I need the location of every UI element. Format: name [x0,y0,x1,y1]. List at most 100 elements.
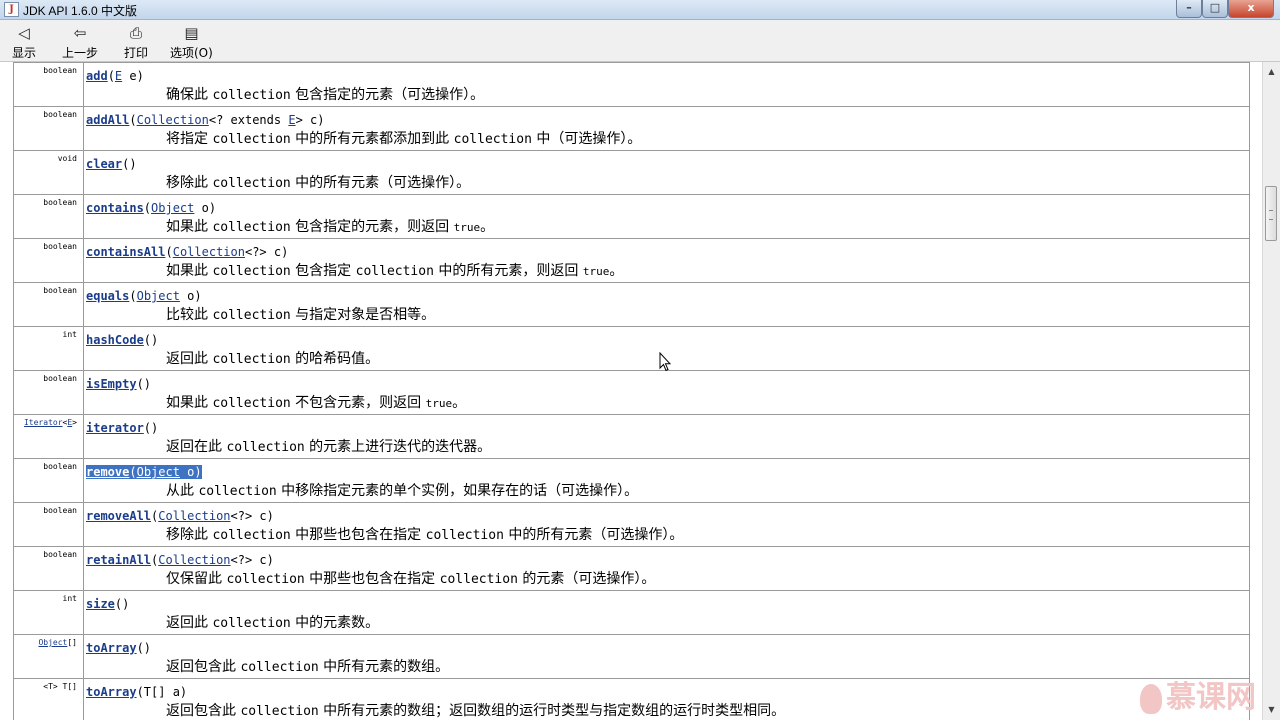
method-params: (Collection<? extends E> c) [129,113,325,127]
method-description: 如果此 collection 不包含元素，则返回 true。 [166,395,467,411]
method-signature: iterator() [86,421,158,435]
method-description: 比较此 collection 与指定对象是否相等。 [166,307,436,323]
method-signature: hashCode() [86,333,158,347]
show-label: 显示 [12,46,37,60]
return-type: boolean [14,371,84,414]
method-params: () [143,333,159,347]
window-title: JDK API 1.6.0 中文版 [23,4,138,18]
return-type: boolean [14,503,84,546]
app-icon: J [4,2,19,17]
return-type: int [14,327,84,370]
return-type: boolean [14,459,84,502]
method-description: 移除此 collection 中的所有元素（可选操作）。 [166,175,471,191]
method-description: 返回包含此 collection 中所有元素的数组。 [166,659,450,675]
method-params: () [122,157,137,171]
method-params: (E e) [107,69,144,83]
method-description: 确保此 collection 包含指定的元素（可选操作）。 [166,87,485,103]
method-name-link[interactable]: retainAll [86,553,151,567]
method-signature: addAll(Collection<? extends E> c) [86,113,324,127]
return-type: void [14,151,84,194]
method-row-addAll: boolean addAll(Collection<? extends E> c)… [13,106,1250,150]
method-params: () [136,377,152,391]
method-description: 将指定 collection 中的所有元素都添加到此 collection 中（… [166,131,642,147]
method-params: (Collection<?> c) [165,245,289,259]
method-description: 如果此 collection 包含指定的元素，则返回 true。 [166,219,495,235]
print-label: 打印 [124,46,149,60]
title-bar: J JDK API 1.6.0 中文版 – □ x [0,0,1280,20]
method-name-link[interactable]: iterator [86,421,144,435]
method-row-equals: boolean equals(Object o) 比较此 collection 与指… [13,282,1250,326]
show-button[interactable]: ◁ 显示 [12,24,36,61]
method-description: 返回包含此 collection 中所有元素的数组；返回数组的运行时类型与指定数… [166,703,786,719]
watermark-text: 慕课网 [1166,680,1256,715]
method-name-link[interactable]: toArray [86,641,137,655]
method-signature: add(E e) [86,69,144,83]
method-row-size: int size() 返回此 collection 中的元素数。 [13,590,1250,634]
method-name-link[interactable]: toArray [86,685,137,699]
return-type: boolean [14,63,84,106]
method-params: () [136,641,152,655]
method-summary-table: boolean add(E e) 确保此 collection 包含指定的元素（可选… [0,62,1262,720]
method-description: 如果此 collection 包含指定 collection 中的所有元素，则返… [166,263,624,279]
method-params: (Object o) [129,289,202,303]
method-row-toArray: Object[] toArray() 返回包含此 collection 中所有元素的… [13,634,1250,678]
return-type: boolean [14,239,84,282]
method-description: 移除此 collection 中那些也包含在指定 collection 中的所有… [166,527,684,543]
method-description: 仅保留此 collection 中那些也包含在指定 collection 的元素… [166,571,656,587]
method-name-link[interactable]: equals [86,289,129,303]
scroll-up-arrow-icon[interactable]: ▲ [1264,64,1279,80]
method-params: () [143,421,159,435]
close-button[interactable]: x [1228,0,1274,18]
flame-icon [1140,683,1162,714]
method-params: () [114,597,130,611]
method-params: (Collection<?> c) [151,509,274,523]
watermark-logo: 慕课网 [1140,672,1256,715]
method-params: (T[] a) [136,685,188,699]
return-type[interactable]: Iterator<E> [14,415,84,458]
scroll-thumb[interactable] [1265,186,1277,241]
return-type: boolean [14,195,84,238]
method-row-contains: boolean contains(Object o) 如果此 collection … [13,194,1250,238]
options-icon: ▤ [184,24,199,42]
return-type: int [14,591,84,634]
method-description: 返回在此 collection 的元素上进行迭代的迭代器。 [166,439,492,455]
method-name-link[interactable]: size [86,597,115,611]
method-name-link[interactable]: clear [86,157,122,171]
method-name-link[interactable]: containsAll [86,245,165,259]
method-params: (Collection<?> c) [151,553,274,567]
printer-icon: ⎙ [129,24,142,42]
scroll-down-arrow-icon[interactable]: ▼ [1264,702,1279,718]
method-row-remove: boolean remove(Object o) 从此 collection 中移除… [13,458,1250,502]
method-signature: isEmpty() [86,377,151,391]
back-button[interactable]: ⇦ 上一步 [62,24,98,61]
method-params: (Object o) [143,201,217,215]
method-name-link[interactable]: remove [86,465,129,479]
print-button[interactable]: ⎙ 打印 [124,24,148,61]
method-name-link[interactable]: contains [86,201,144,215]
method-name-link[interactable]: removeAll [86,509,151,523]
method-row-retainAll: boolean retainAll(Collection<?> c) 仅保留此 co… [13,546,1250,590]
method-description: 返回此 collection 中的元素数。 [166,615,380,631]
method-name-link[interactable]: addAll [86,113,129,127]
method-row-hashCode: int hashCode() 返回此 collection 的哈希码值。 [13,326,1250,370]
method-name-link[interactable]: isEmpty [86,377,137,391]
back-label: 上一步 [62,46,99,60]
maximize-button[interactable]: □ [1202,0,1228,18]
method-signature: removeAll(Collection<?> c) [86,509,274,523]
back-arrow-icon: ⇦ [73,24,87,42]
method-description: 返回此 collection 的哈希码值。 [166,351,380,367]
method-signature: size() [86,597,129,611]
method-name-link[interactable]: hashCode [86,333,144,347]
method-name-link[interactable]: add [86,69,108,83]
method-row-iterator: Iterator<E> iterator() 返回在此 collection 的元素… [13,414,1250,458]
method-signature: remove(Object o) [86,465,202,479]
options-button[interactable]: ▤ 选项(O) [170,24,213,61]
method-row-isEmpty: boolean isEmpty() 如果此 collection 不包含元素，则返回… [13,370,1250,414]
minimize-button[interactable]: – [1176,0,1202,18]
method-row-toArray-typed: <T> T[] toArray(T[] a) 返回包含此 collection 中所… [13,678,1250,720]
vertical-scrollbar[interactable]: ▲ ▼ [1262,62,1280,720]
mouse-cursor-icon [659,352,671,372]
return-type[interactable]: Object[] [14,635,84,678]
method-signature: contains(Object o) [86,201,216,215]
toolbar: ◁ 显示 ⇦ 上一步 ⎙ 打印 ▤ 选项(O) [0,20,1280,62]
